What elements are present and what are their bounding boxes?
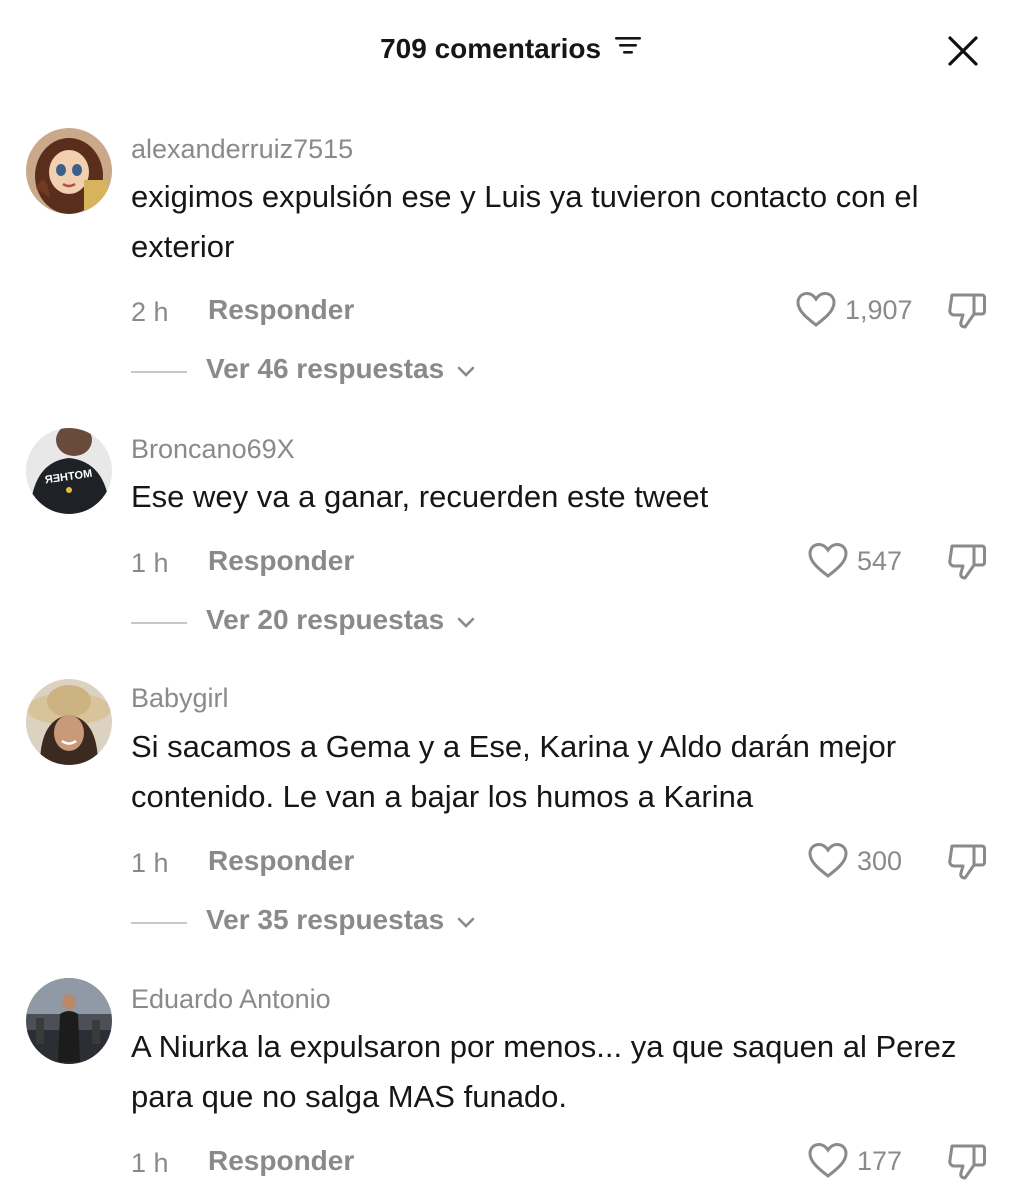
- dislike-button[interactable]: [944, 539, 990, 585]
- view-replies-label: Ver 20 respuestas: [206, 604, 445, 635]
- like-button[interactable]: 300: [807, 841, 902, 881]
- like-button[interactable]: 1,907: [795, 290, 913, 330]
- comments-header: 709 comentarios: [0, 0, 1023, 100]
- comment-username[interactable]: Eduardo Antonio: [131, 982, 331, 1016]
- reply-button[interactable]: Responder: [208, 1144, 354, 1178]
- avatar[interactable]: [26, 978, 112, 1064]
- heart-icon: [808, 542, 848, 578]
- view-replies-button[interactable]: Ver 46 respuestas: [206, 352, 476, 388]
- heart-icon: [796, 291, 836, 327]
- comment-item: alexanderruiz7515 exigimos expulsión ese…: [0, 128, 1023, 390]
- comment-text: exigimos expulsión ese y Luis ya tuviero…: [131, 179, 919, 264]
- thumbs-down-icon: [948, 1144, 986, 1180]
- sort-lines-icon[interactable]: [613, 30, 643, 68]
- chevron-down-icon: [456, 352, 476, 386]
- replies-divider: [131, 371, 187, 373]
- replies-divider: [131, 622, 187, 624]
- avatar[interactable]: [26, 128, 112, 214]
- reply-button[interactable]: Responder: [208, 844, 354, 878]
- comments-sheet: 709 comentarios alexanderruiz7515 exigim…: [0, 0, 1023, 1200]
- comment-item: Babygirl Si sacamos a Gema y a Ese, Kari…: [0, 679, 1023, 950]
- close-button[interactable]: [940, 28, 986, 74]
- view-replies-button[interactable]: Ver 20 respuestas: [206, 603, 476, 639]
- like-count: 177: [857, 1146, 903, 1176]
- dislike-button[interactable]: [944, 288, 990, 334]
- avatar[interactable]: MOTHER: [26, 428, 112, 514]
- comment-time: 1 h: [131, 1148, 169, 1178]
- comment-time: 1 h: [131, 548, 169, 578]
- chevron-down-icon: [456, 903, 476, 937]
- heart-icon: [808, 1142, 848, 1178]
- replies-divider: [131, 922, 187, 924]
- comment-item: MOTHER Broncano69X Ese wey va a ganar, r…: [0, 428, 1023, 650]
- like-button[interactable]: 547: [807, 541, 902, 581]
- close-x-icon: [948, 36, 978, 66]
- thumbs-down-icon: [948, 844, 986, 880]
- comments-title: 709 comentarios: [0, 30, 1023, 70]
- like-count: 300: [857, 846, 903, 876]
- comment-username[interactable]: Babygirl: [131, 681, 229, 715]
- thumbs-down-icon: [948, 293, 986, 329]
- comments-count-label: 709 comentarios: [380, 33, 602, 64]
- dislike-button[interactable]: [944, 1139, 990, 1185]
- comment-username[interactable]: alexanderruiz7515: [131, 132, 353, 166]
- like-button[interactable]: 177: [807, 1141, 902, 1181]
- view-replies-label: Ver 46 respuestas: [206, 353, 445, 384]
- like-count: 1,907: [845, 295, 913, 325]
- avatar[interactable]: [26, 679, 112, 765]
- comment-item: Eduardo Antonio A Niurka la expulsaron p…: [0, 978, 1023, 1200]
- comment-time: 2 h: [131, 297, 169, 327]
- reply-button[interactable]: Responder: [208, 544, 354, 578]
- dislike-button[interactable]: [944, 839, 990, 885]
- comment-text: Ese wey va a ganar, recuerden este tweet: [131, 479, 709, 514]
- comment-username[interactable]: Broncano69X: [131, 432, 295, 466]
- comment-text: Si sacamos a Gema y a Ese, Karina y Aldo…: [131, 729, 897, 814]
- thumbs-down-icon: [948, 544, 986, 580]
- chevron-down-icon: [456, 603, 476, 637]
- view-replies-label: Ver 35 respuestas: [206, 904, 445, 935]
- reply-button[interactable]: Responder: [208, 293, 354, 327]
- heart-icon: [808, 842, 848, 878]
- view-replies-button[interactable]: Ver 35 respuestas: [206, 903, 476, 939]
- like-count: 547: [857, 546, 903, 576]
- comment-text: A Niurka la expulsaron por menos... ya q…: [131, 1029, 957, 1114]
- comment-time: 1 h: [131, 848, 169, 878]
